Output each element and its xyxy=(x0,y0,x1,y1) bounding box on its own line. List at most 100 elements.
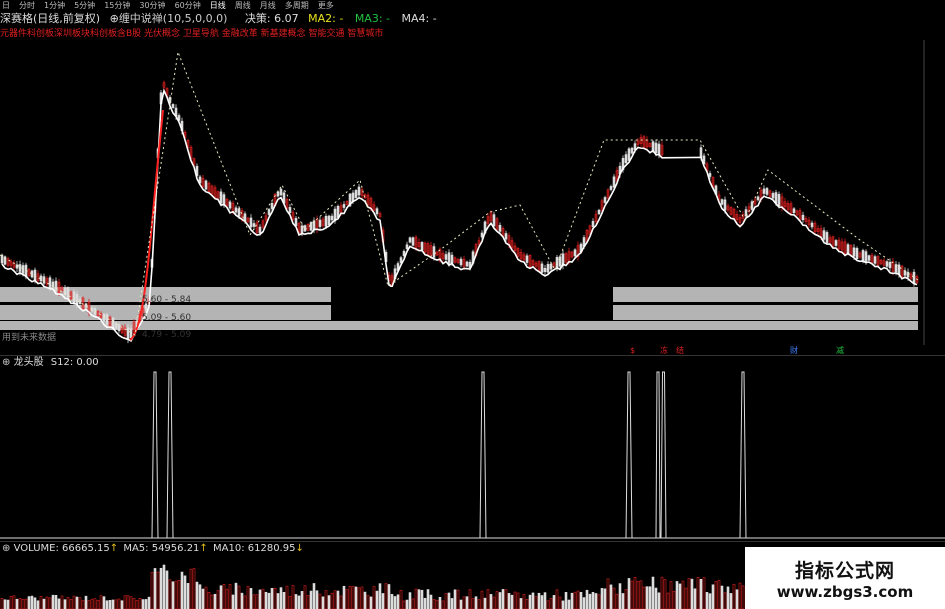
volume-icon: ⊕ xyxy=(2,543,11,554)
volume-bar xyxy=(408,592,412,609)
candle-body xyxy=(405,244,409,250)
volume-bar xyxy=(360,586,364,609)
volume-bar xyxy=(66,596,70,609)
candle-body xyxy=(72,291,76,304)
candle-body xyxy=(411,237,415,246)
volume-bar xyxy=(156,571,160,609)
volume-bar xyxy=(447,592,451,609)
volume-label[interactable]: VOLUME: xyxy=(14,543,59,554)
volume-bar xyxy=(15,598,19,609)
period-tab[interactable]: 日 xyxy=(2,0,10,11)
volume-bar xyxy=(150,572,154,609)
period-tab[interactable]: 日线 xyxy=(210,0,226,11)
volume-bar xyxy=(96,600,100,609)
volume-bar xyxy=(330,592,334,609)
volume-bar xyxy=(414,588,418,609)
volume-bar xyxy=(405,599,409,609)
ma10-arrow-icon: ↓ xyxy=(295,543,304,554)
candle-body xyxy=(861,250,865,262)
volume-bar xyxy=(714,581,718,609)
volume-bar xyxy=(225,588,229,609)
signal-spike xyxy=(625,371,633,539)
volume-bar xyxy=(21,598,25,609)
signal-label[interactable]: 龙头股 xyxy=(14,357,44,368)
period-tab[interactable]: 多周期 xyxy=(285,0,309,11)
volume-bar xyxy=(27,596,31,609)
volume-bar xyxy=(222,584,226,609)
candle-body xyxy=(906,271,910,278)
volume-bar xyxy=(258,589,262,609)
period-tab[interactable]: 更多 xyxy=(318,0,334,11)
volume-bar xyxy=(42,598,46,609)
volume-bar xyxy=(87,600,91,609)
event-marker[interactable]: 财 xyxy=(790,345,798,355)
candle-body xyxy=(375,208,379,215)
volume-bar xyxy=(237,585,241,609)
ma5-value: 54956.21 xyxy=(151,543,200,554)
volume-bar xyxy=(264,591,268,609)
volume-bar xyxy=(393,596,397,609)
volume-bar xyxy=(441,600,445,609)
volume-bar xyxy=(483,597,487,609)
candle-body xyxy=(765,188,769,195)
watermark-line2: www.zbgs3.com xyxy=(776,582,914,601)
period-tab[interactable]: 周线 xyxy=(235,0,251,11)
event-marker[interactable]: 结 xyxy=(676,345,684,355)
volume-bar xyxy=(174,580,178,609)
candle-body xyxy=(912,271,916,284)
volume-bar xyxy=(588,593,592,609)
candle-body xyxy=(66,287,70,300)
volume-bar xyxy=(132,597,136,609)
candle-body xyxy=(204,180,208,190)
volume-bar xyxy=(729,593,733,609)
volume-bar xyxy=(123,595,127,609)
volume-arrow-icon: ↑ xyxy=(109,543,119,554)
volume-bar xyxy=(57,598,61,609)
price-chart[interactable]: 5.60 - 5.845.09 - 5.604.79 - 5.09用到未来数据 xyxy=(0,40,945,345)
volume-bar xyxy=(336,590,340,609)
volume-bar xyxy=(576,590,580,609)
period-tab[interactable]: 60分钟 xyxy=(175,0,201,11)
volume-bar xyxy=(597,594,601,609)
period-tab[interactable]: 5分钟 xyxy=(74,0,95,11)
volume-bar xyxy=(255,594,259,609)
volume-bar xyxy=(207,592,211,609)
candle-body xyxy=(432,246,436,258)
volume-bar xyxy=(186,583,190,609)
volume-bar xyxy=(159,567,163,609)
ma3-label: MA3: xyxy=(354,12,383,25)
volume-bar xyxy=(246,586,250,609)
volume-bar xyxy=(630,580,634,609)
signal-chart[interactable] xyxy=(0,368,945,540)
volume-bar xyxy=(366,595,370,609)
volume-bar xyxy=(195,581,199,609)
volume-bar xyxy=(426,589,430,609)
period-tab[interactable]: 1分钟 xyxy=(44,0,65,11)
period-tab[interactable]: 15分钟 xyxy=(104,0,130,11)
volume-bar xyxy=(681,580,685,609)
volume-bar xyxy=(312,583,316,609)
watermark-logo: 指标公式网 www.zbgs3.com xyxy=(745,547,945,609)
period-tab[interactable]: 30分钟 xyxy=(139,0,165,11)
volume-bar xyxy=(429,594,433,609)
period-tab[interactable]: 月线 xyxy=(260,0,276,11)
event-marker[interactable]: 减 xyxy=(836,345,844,355)
volume-bar xyxy=(543,592,547,609)
candle-body xyxy=(777,193,781,207)
period-tab[interactable]: 分时 xyxy=(19,0,35,11)
event-marker[interactable]: 冻 xyxy=(660,345,668,355)
stock-title[interactable]: 深赛格(日线,前复权) xyxy=(0,12,100,25)
volume-bar xyxy=(372,586,376,609)
volume-bar xyxy=(453,589,457,609)
volume-bar xyxy=(378,583,382,609)
volume-bar xyxy=(141,599,145,609)
volume-value: 66665.15 xyxy=(62,543,110,554)
signal-spike xyxy=(655,371,661,539)
event-marker[interactable]: $ xyxy=(630,346,635,355)
candle-body xyxy=(48,277,52,289)
volume-bar xyxy=(3,599,7,609)
indicator-name[interactable]: 缠中说禅(10,5,0,0,0) xyxy=(119,12,228,25)
volume-bar xyxy=(267,592,271,609)
volume-bar xyxy=(423,597,427,609)
price-zone-label: 5.60 - 5.84 xyxy=(142,295,191,305)
